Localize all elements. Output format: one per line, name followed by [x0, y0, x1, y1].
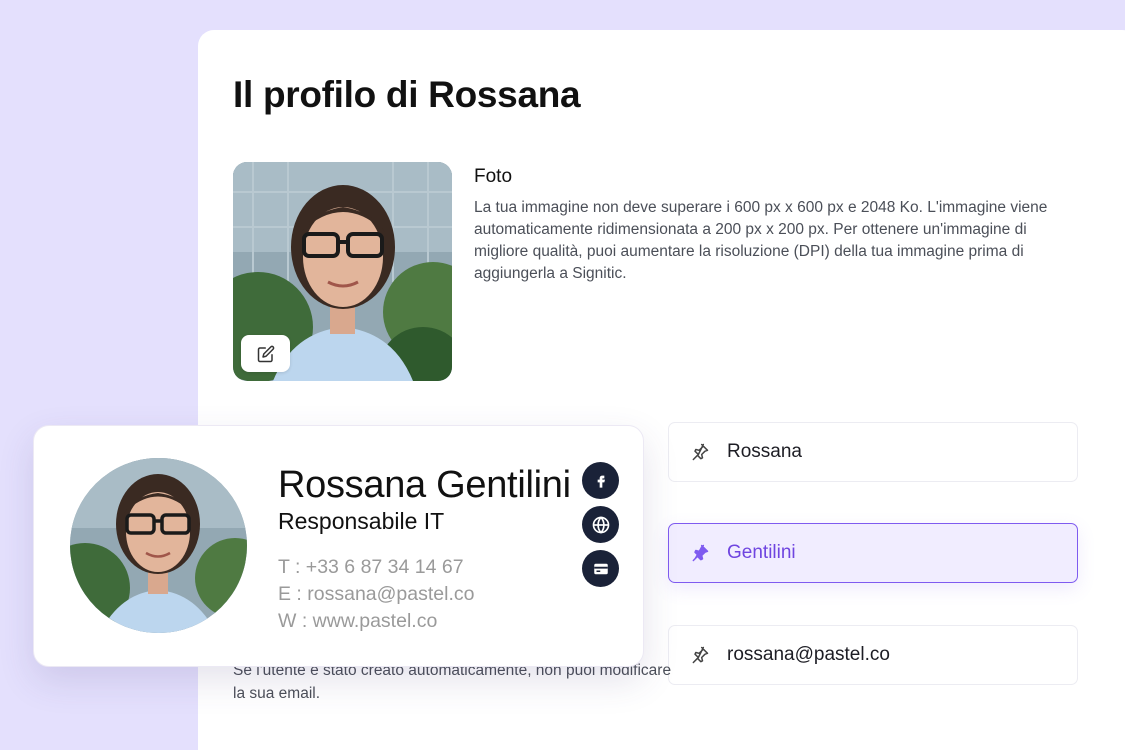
last-name-value: Gentilini: [727, 542, 796, 563]
signature-role: Responsabile IT: [278, 508, 445, 534]
pin-icon: [690, 442, 710, 462]
email-field[interactable]: rossana@pastel.co: [668, 625, 1078, 685]
vcard-button[interactable]: [582, 550, 619, 587]
pin-icon: [690, 543, 710, 563]
page-title: Il profilo di Rossana: [233, 74, 581, 115]
signature-phone: T : +33 6 87 34 14 67: [278, 556, 464, 578]
facebook-button[interactable]: [582, 462, 619, 499]
signature-email: E : rossana@pastel.co: [278, 583, 475, 605]
photo-description: La tua immagine non deve superare i 600 …: [474, 199, 1048, 282]
card-icon: [593, 563, 608, 574]
signature-website: W : www.pastel.co: [278, 610, 438, 632]
avatar: [70, 458, 247, 633]
photo-label: Foto: [474, 166, 513, 187]
facebook-icon: [597, 475, 605, 488]
pin-icon: [690, 645, 710, 665]
website-button[interactable]: [582, 506, 619, 543]
globe-icon: [592, 515, 609, 534]
last-name-field[interactable]: Gentilini: [668, 523, 1078, 583]
signature-name: Rossana Gentilini: [278, 464, 571, 506]
first-name-value: Rossana: [727, 441, 802, 462]
email-value: rossana@pastel.co: [727, 644, 890, 665]
signature-preview-card: Rossana Gentilini Responsabile IT T : +3…: [33, 425, 644, 667]
pencil-icon: [257, 345, 274, 362]
edit-photo-button[interactable]: [241, 335, 290, 372]
first-name-field[interactable]: Rossana: [668, 422, 1078, 482]
